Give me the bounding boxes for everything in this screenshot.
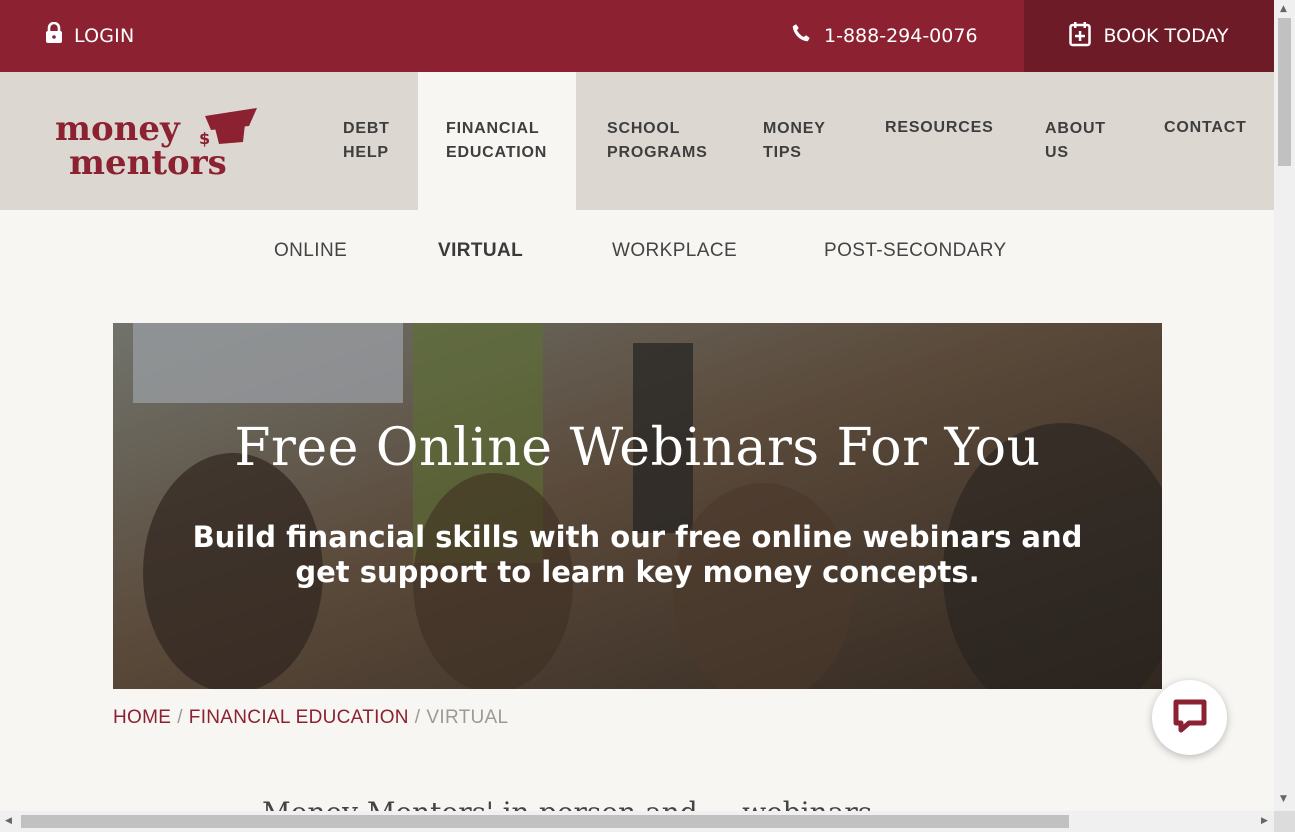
calendar-plus-icon [1069,21,1092,52]
nav-school-programs-line2: PROGRAMS [607,144,708,161]
nav-money-tips[interactable]: MONEY TIPS [763,72,826,210]
nav-contact-label: CONTACT [1164,119,1247,136]
book-today-button[interactable]: BOOK TODAY [1024,0,1274,72]
scrollbar-corner [1274,811,1295,832]
nav-financial-education-line2: EDUCATION [446,144,548,161]
nav-financial-education[interactable]: FINANCIAL EDUCATION [418,72,576,210]
login-link[interactable]: LOGIN [44,21,135,49]
horizontal-scroll-thumb[interactable] [21,815,1069,828]
hero-title: Free Online Webinars For You [234,418,1041,478]
subnav-post-secondary[interactable]: POST-SECONDARY [824,240,1007,262]
nav-about-us[interactable]: ABOUT US [1045,72,1106,210]
breadcrumb-financial-education[interactable]: FINANCIAL EDUCATION [189,707,409,728]
lock-icon [44,21,64,49]
nav-debt-help[interactable]: DEBT HELP [343,72,390,210]
phone-number: 1-888-294-0076 [824,24,978,47]
vertical-scrollbar[interactable]: ▲ ▼ [1274,0,1295,832]
phone-icon [790,22,812,49]
subnav-online[interactable]: ONLINE [274,240,347,262]
nav-debt-help-line1: DEBT [343,120,390,137]
money-mentors-logo[interactable]: money mentors $ [55,104,265,184]
scroll-down-icon[interactable]: ▼ [1280,794,1287,804]
scroll-right-icon[interactable]: ▶ [1261,816,1268,826]
scroll-up-icon[interactable]: ▲ [1280,4,1287,14]
hero-banner: Free Online Webinars For You Build finan… [113,323,1162,689]
nav-about-us-line2: US [1045,144,1069,161]
logo-text-mentors: mentors [69,143,227,183]
vertical-scroll-thumb[interactable] [1278,18,1291,166]
subnav-virtual[interactable]: VIRTUAL [438,240,523,262]
chat-widget-button[interactable] [1152,680,1227,755]
nav-resources[interactable]: RESOURCES [885,72,994,210]
nav-money-tips-line1: MONEY [763,120,826,137]
breadcrumb-separator: / [177,707,183,728]
hero-subtitle: Build financial skills with our free onl… [192,520,1083,589]
breadcrumb-home[interactable]: HOME [113,707,171,728]
svg-text:$: $ [199,129,210,148]
graduation-cap-dollar-icon: $ [199,108,257,148]
breadcrumb-current: VIRTUAL [426,707,509,728]
subnav-workplace[interactable]: WORKPLACE [612,240,737,262]
horizontal-scrollbar[interactable]: ◀ ▶ [0,811,1274,832]
top-bar: LOGIN 1-888-294-0076 BOOK TODAY [0,0,1274,72]
nav-contact[interactable]: CONTACT [1164,72,1247,210]
nav-financial-education-line1: FINANCIAL [446,120,540,137]
nav-school-programs[interactable]: SCHOOL PROGRAMS [607,72,708,210]
chat-bubble-icon [1171,697,1209,739]
hero-background-image [113,323,1162,689]
book-today-label: BOOK TODAY [1103,25,1229,47]
breadcrumb: HOME / FINANCIAL EDUCATION / VIRTUAL [113,707,508,729]
sub-nav: ONLINE VIRTUAL WORKPLACE POST-SECONDARY [0,210,1274,292]
nav-resources-label: RESOURCES [885,119,994,136]
nav-school-programs-line1: SCHOOL [607,120,681,137]
nav-debt-help-line2: HELP [343,144,389,161]
nav-money-tips-line2: TIPS [763,144,802,161]
phone-link[interactable]: 1-888-294-0076 [790,22,978,49]
main-header: money mentors $ DEBT HELP FINANCIAL EDUCAT… [0,72,1274,210]
login-label: LOGIN [74,24,135,47]
breadcrumb-separator: / [414,707,421,728]
nav-about-us-line1: ABOUT [1045,120,1106,137]
scroll-left-icon[interactable]: ◀ [5,816,12,826]
